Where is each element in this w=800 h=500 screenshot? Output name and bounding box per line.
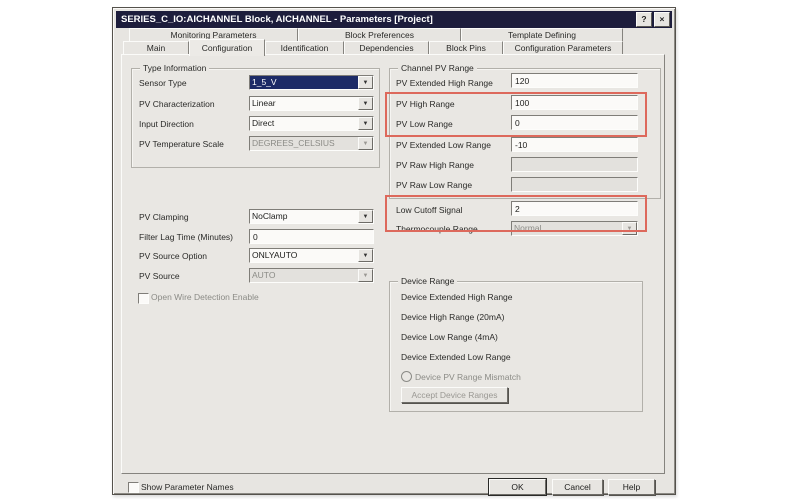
pv-source-value: AUTO	[250, 269, 358, 282]
pv-source-option-select[interactable]: ONLYAUTO ▼	[249, 248, 374, 263]
thermocouple-range-value: Normal	[512, 222, 622, 235]
window-title: SERIES_C_IO:AICHANNEL Block, AICHANNEL -…	[121, 14, 433, 25]
show-parameter-names-label: Show Parameter Names	[141, 482, 234, 492]
open-wire-detection-checkbox	[138, 293, 149, 304]
help-button[interactable]: Help	[608, 479, 655, 495]
device-high-range-label: Device High Range (20mA)	[401, 312, 504, 322]
thermocouple-range-select: Normal ▼	[511, 221, 638, 236]
tab-identification[interactable]: Identification	[265, 41, 344, 55]
pv-extended-high-range-input[interactable]	[511, 73, 638, 88]
device-pv-range-mismatch-label: Device PV Range Mismatch	[415, 372, 521, 382]
help-icon[interactable]: ?	[636, 12, 652, 27]
pv-extended-high-range-label: PV Extended High Range	[396, 78, 493, 88]
pv-extended-low-range-input[interactable]	[511, 137, 638, 152]
pv-source-select: AUTO ▼	[249, 268, 374, 283]
tab-block-preferences[interactable]: Block Preferences	[298, 28, 461, 42]
filter-lag-time-input[interactable]	[249, 229, 374, 244]
input-direction-select[interactable]: Direct ▼	[249, 116, 374, 131]
tab-main[interactable]: Main	[123, 41, 189, 55]
pv-temperature-scale-value: DEGREES_CELSIUS	[250, 137, 358, 150]
pv-extended-low-range-label: PV Extended Low Range	[396, 140, 491, 150]
tab-template-defining[interactable]: Template Defining	[461, 28, 623, 42]
pv-raw-low-range-label: PV Raw Low Range	[396, 180, 472, 190]
channel-pv-range-title: Channel PV Range	[398, 63, 477, 73]
dropdown-arrow-icon: ▼	[358, 269, 373, 282]
pv-characterization-label: PV Characterization	[139, 99, 215, 109]
pv-characterization-select[interactable]: Linear ▼	[249, 96, 374, 111]
pv-clamping-select[interactable]: NoClamp ▼	[249, 209, 374, 224]
dropdown-arrow-icon: ▼	[622, 222, 637, 235]
device-range-title: Device Range	[398, 276, 457, 286]
pv-raw-high-range-label: PV Raw High Range	[396, 160, 474, 170]
device-low-range-label: Device Low Range (4mA)	[401, 332, 498, 342]
parameters-dialog: SERIES_C_IO:AICHANNEL Block, AICHANNEL -…	[112, 7, 676, 495]
device-pv-range-mismatch-radio	[401, 371, 412, 382]
dropdown-arrow-icon[interactable]: ▼	[358, 249, 373, 262]
dropdown-arrow-icon[interactable]: ▼	[358, 210, 373, 223]
accept-device-ranges-button: Accept Device Ranges	[401, 387, 508, 403]
pv-raw-low-range-input	[511, 177, 638, 192]
pv-source-option-value: ONLYAUTO	[250, 249, 358, 262]
pv-low-range-label: PV Low Range	[396, 119, 453, 129]
filter-lag-time-label: Filter Lag Time (Minutes)	[139, 232, 233, 242]
pv-source-label: PV Source	[139, 271, 180, 281]
sensor-type-select[interactable]: 1_5_V ▼	[249, 75, 374, 90]
ok-button[interactable]: OK	[489, 479, 546, 495]
tab-configuration-parameters[interactable]: Configuration Parameters	[503, 41, 623, 55]
input-direction-label: Input Direction	[139, 119, 194, 129]
input-direction-value: Direct	[250, 117, 358, 130]
tab-row-lower: Main Configuration Identification Depend…	[123, 41, 623, 55]
thermocouple-range-label: Thermocouple Range	[396, 224, 478, 234]
cancel-button[interactable]: Cancel	[552, 479, 603, 495]
pv-characterization-value: Linear	[250, 97, 358, 110]
title-bar[interactable]: SERIES_C_IO:AICHANNEL Block, AICHANNEL -…	[116, 11, 672, 28]
pv-raw-high-range-input	[511, 157, 638, 172]
show-parameter-names-checkbox[interactable]	[128, 482, 139, 493]
open-wire-detection-label: Open Wire Detection Enable	[151, 292, 259, 302]
tab-dependencies[interactable]: Dependencies	[344, 41, 429, 55]
pv-source-option-label: PV Source Option	[139, 251, 207, 261]
dropdown-arrow-icon: ▼	[358, 137, 373, 150]
dropdown-arrow-icon[interactable]: ▼	[358, 76, 373, 89]
dropdown-arrow-icon[interactable]: ▼	[358, 117, 373, 130]
pv-temperature-scale-label: PV Temperature Scale	[139, 139, 224, 149]
type-information-title: Type Information	[140, 63, 209, 73]
sensor-type-value: 1_5_V	[250, 76, 358, 89]
tab-block-pins[interactable]: Block Pins	[429, 41, 503, 55]
pv-temperature-scale-select: DEGREES_CELSIUS ▼	[249, 136, 374, 151]
close-icon[interactable]: ×	[654, 12, 670, 27]
device-extended-high-range-label: Device Extended High Range	[401, 292, 513, 302]
pv-high-range-input[interactable]	[511, 95, 638, 110]
pv-high-range-label: PV High Range	[396, 99, 455, 109]
tab-configuration[interactable]: Configuration	[189, 39, 265, 56]
pv-clamping-value: NoClamp	[250, 210, 358, 223]
pv-low-range-input[interactable]	[511, 115, 638, 130]
device-extended-low-range-label: Device Extended Low Range	[401, 352, 511, 362]
dropdown-arrow-icon[interactable]: ▼	[358, 97, 373, 110]
low-cutoff-signal-input[interactable]	[511, 201, 638, 216]
sensor-type-label: Sensor Type	[139, 78, 187, 88]
low-cutoff-signal-label: Low Cutoff Signal	[396, 205, 462, 215]
pv-clamping-label: PV Clamping	[139, 212, 189, 222]
